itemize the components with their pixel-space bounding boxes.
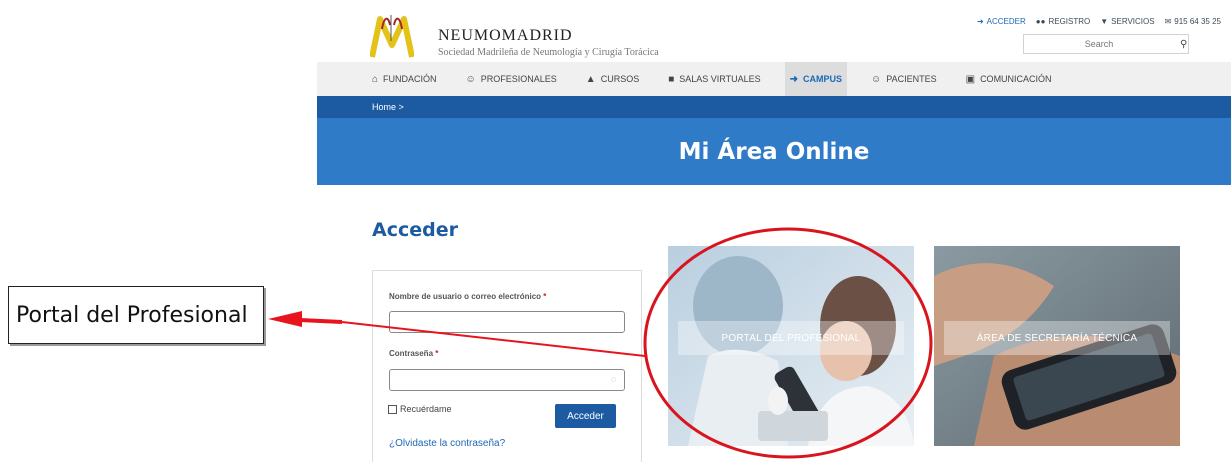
login-heading: Acceder	[372, 219, 458, 241]
nav-item-campus[interactable]: ➜ CAMPUS	[784, 62, 848, 96]
remember-label: Recuérdame	[400, 404, 452, 414]
tile-label: PORTAL DEL PROFESIONAL	[678, 321, 904, 355]
nav-item-fundacion[interactable]: ⌂ FUNDACIÓN	[367, 62, 442, 96]
tile-portal-profesional[interactable]: PORTAL DEL PROFESIONAL	[668, 246, 914, 446]
site-header: NEUMOMADRID Sociedad Madrileña de Neumol…	[317, 0, 1231, 62]
nav-item-comunicacion[interactable]: ▣ COMUNICACIÓN	[961, 62, 1057, 96]
annotation-callout: Portal del Profesional	[8, 286, 264, 344]
top-link-acceder[interactable]: ➜ ACCEDER	[977, 17, 1026, 26]
top-link-phone[interactable]: ✉ 915 64 35 25	[1165, 17, 1221, 26]
cart-icon: ▼	[1100, 17, 1109, 26]
book-icon: ▣	[965, 73, 976, 85]
search-box: ⚲	[1023, 34, 1189, 54]
nav-item-salas-virtuales[interactable]: ■ SALAS VIRTUALES	[663, 62, 765, 96]
graduation-cap-icon: ▲	[585, 73, 596, 85]
nav-item-label: FUNDACIÓN	[383, 74, 437, 84]
website: NEUMOMADRID Sociedad Madrileña de Neumol…	[317, 0, 1231, 462]
password-field[interactable]: ◌	[389, 369, 625, 391]
page-hero: Mi Área Online	[317, 118, 1231, 185]
password-label: Contraseña *	[389, 349, 438, 358]
nav-item-label: CURSOS	[600, 74, 640, 84]
top-link-registro[interactable]: ●● REGISTRO	[1036, 17, 1090, 26]
top-link-servicios[interactable]: ▼ SERVICIOS	[1100, 17, 1154, 26]
user-icon: ☺	[871, 73, 882, 85]
top-link-label: REGISTRO	[1048, 17, 1091, 26]
nav-item-profesionales[interactable]: ☺ PROFESIONALES	[461, 62, 562, 96]
brand-subtitle: Sociedad Madrileña de Neumología y Cirug…	[438, 47, 659, 58]
sign-in-icon: ➜	[789, 73, 799, 85]
nav-item-cursos[interactable]: ▲ CURSOS	[581, 62, 644, 96]
page-title: Mi Área Online	[678, 138, 870, 165]
tile-secretaria-tecnica[interactable]: ÁREA DE SECRETARÍA TÉCNICA	[934, 246, 1180, 446]
login-form: Nombre de usuario o correo electrónico *…	[372, 270, 642, 462]
nav-item-label: CAMPUS	[803, 74, 843, 84]
nav-item-label: SALAS VIRTUALES	[679, 74, 761, 84]
nav-item-pacientes[interactable]: ☺ PACIENTES	[866, 62, 942, 96]
breadcrumb-home-link[interactable]: Home >	[372, 102, 404, 112]
top-link-label: SERVICIOS	[1111, 17, 1155, 26]
sign-in-icon: ➜	[976, 17, 984, 26]
required-mark: *	[435, 349, 439, 358]
forgot-password-link[interactable]: ¿Olvidaste la contraseña?	[389, 438, 505, 449]
eye-icon[interactable]: ◌	[611, 374, 616, 384]
remember-me[interactable]: Recuérdame	[388, 404, 452, 414]
callout-text: Portal del Profesional	[16, 302, 248, 328]
search-icon[interactable]: ⚲	[1180, 39, 1187, 50]
home-icon: ⌂	[372, 73, 379, 85]
envelope-icon: ✉	[1164, 17, 1172, 26]
login-submit-button[interactable]: Acceder	[555, 404, 616, 428]
top-link-label: 915 64 35 25	[1174, 17, 1221, 26]
nav-item-label: COMUNICACIÓN	[980, 74, 1052, 84]
users-icon: ●●	[1035, 17, 1046, 26]
username-field[interactable]	[389, 311, 625, 333]
nav-item-label: PACIENTES	[886, 74, 937, 84]
neumomadrid-logo[interactable]	[370, 11, 414, 59]
tile-label: ÁREA DE SECRETARÍA TÉCNICA	[944, 321, 1170, 355]
required-mark: *	[543, 292, 547, 301]
main-nav: ⌂ FUNDACIÓN ☺ PROFESIONALES ▲ CURSOS ■ S…	[317, 62, 1231, 96]
top-link-label: ACCEDER	[986, 17, 1026, 26]
brand-title[interactable]: NEUMOMADRID	[438, 27, 573, 45]
video-icon: ■	[668, 73, 675, 85]
top-links: ➜ ACCEDER ●● REGISTRO ▼ SERVICIOS ✉ 915 …	[977, 17, 1221, 26]
username-label-text: Nombre de usuario o correo electrónico	[389, 292, 542, 301]
arrow-head-icon	[268, 311, 302, 327]
nav-item-label: PROFESIONALES	[480, 74, 557, 84]
remember-checkbox[interactable]	[388, 404, 397, 414]
breadcrumb: Home >	[317, 96, 1231, 118]
password-label-text: Contraseña	[389, 349, 434, 358]
user-icon: ☺	[465, 73, 476, 85]
username-label: Nombre de usuario o correo electrónico *	[389, 292, 546, 301]
search-input[interactable]	[1024, 36, 1174, 52]
